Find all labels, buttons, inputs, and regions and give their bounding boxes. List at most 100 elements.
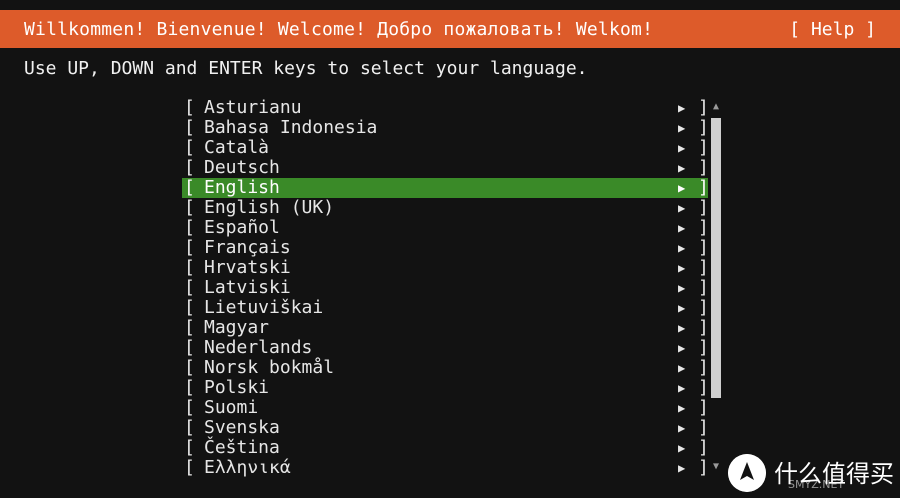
language-item[interactable]: [Latviski ▶]: [182, 277, 709, 298]
language-item[interactable]: [Suomi ▶]: [182, 397, 709, 418]
bracket-close: ]: [698, 157, 709, 178]
bracket-open: [: [184, 237, 195, 258]
play-triangle-icon: ▶: [678, 401, 686, 415]
bracket-close: ]: [698, 437, 709, 458]
language-item[interactable]: [Català ▶]: [182, 137, 709, 158]
bracket-close: ]: [698, 397, 709, 418]
language-item[interactable]: [ Norsk bokmål ▶]: [182, 357, 709, 378]
header-bar: Willkommen! Bienvenue! Welcome! Добро по…: [0, 10, 900, 48]
language-label: Deutsch: [204, 157, 280, 178]
language-item[interactable]: [ Asturianu ▶]: [182, 97, 709, 118]
language-label: Latviski: [204, 277, 291, 298]
bracket-close: ]: [698, 297, 709, 318]
language-label: English (UK): [204, 197, 335, 218]
bracket-open: [: [184, 317, 195, 338]
language-label: Nederlands: [204, 337, 313, 358]
bracket-close: ]: [698, 357, 709, 378]
language-label: Hrvatski: [204, 257, 291, 278]
language-item[interactable]: [ Français ▶]: [182, 237, 709, 258]
language-label: Asturianu: [204, 97, 302, 118]
language-label: Magyar: [204, 317, 270, 338]
bracket-close: ]: [698, 117, 709, 138]
play-triangle-icon: ▶: [678, 201, 686, 215]
language-item[interactable]: [ English ▶]: [182, 177, 709, 198]
bracket-open: [: [184, 377, 195, 398]
language-label: Svenska: [204, 417, 280, 438]
bracket-open: [: [184, 117, 195, 138]
instructions-text: Use UP, DOWN and ENTER keys to select yo…: [24, 58, 588, 79]
watermark-subtext: SMYZ.NET: [788, 478, 845, 491]
scrollbar[interactable]: ▲ ▼: [710, 100, 722, 476]
bracket-close: ]: [698, 237, 709, 258]
help-button[interactable]: [ Help ]: [789, 19, 876, 40]
language-item[interactable]: [ Čeština ▶]: [182, 437, 709, 458]
bracket-open: [: [184, 217, 195, 238]
bracket-open: [: [184, 357, 195, 378]
bracket-close: ]: [698, 197, 709, 218]
language-label: Bahasa Indonesia: [204, 117, 378, 138]
language-item[interactable]: [Lietuviškai ▶]: [182, 297, 709, 318]
smzdm-logo-icon: [728, 454, 766, 492]
language-label: Ελληνικά: [204, 457, 291, 478]
play-triangle-icon: ▶: [678, 221, 686, 235]
language-item[interactable]: [ Polski ▶]: [182, 377, 709, 398]
language-item[interactable]: [Magyar ▶]: [182, 317, 709, 338]
play-triangle-icon: ▶: [678, 101, 686, 115]
language-item[interactable]: [ Español ▶]: [182, 217, 709, 238]
language-label: Norsk bokmål: [204, 357, 335, 378]
play-triangle-icon: ▶: [678, 381, 686, 395]
play-triangle-icon: ▶: [678, 261, 686, 275]
language-item[interactable]: [ Deutsch ▶]: [182, 157, 709, 178]
bracket-open: [: [184, 157, 195, 178]
bracket-open: [: [184, 437, 195, 458]
language-label: Lietuviškai: [204, 297, 324, 318]
bracket-close: ]: [698, 457, 709, 478]
language-item[interactable]: [ Svenska ▶]: [182, 417, 709, 438]
language-label: Suomi: [204, 397, 259, 418]
play-triangle-icon: ▶: [678, 181, 686, 195]
bracket-open: [: [184, 97, 195, 118]
scroll-thumb[interactable]: [711, 118, 721, 398]
play-triangle-icon: ▶: [678, 361, 686, 375]
bracket-open: [: [184, 197, 195, 218]
bracket-close: ]: [698, 277, 709, 298]
scroll-down-icon[interactable]: ▼: [710, 460, 722, 474]
language-item[interactable]: [ Hrvatski ▶]: [182, 257, 709, 278]
bracket-open: [: [184, 457, 195, 478]
language-label: Français: [204, 237, 291, 258]
language-item[interactable]: [ Nederlands ▶]: [182, 337, 709, 358]
language-label: Polski: [204, 377, 270, 398]
bracket-close: ]: [698, 337, 709, 358]
bracket-close: ]: [698, 417, 709, 438]
play-triangle-icon: ▶: [678, 341, 686, 355]
language-item[interactable]: [ English (UK) ▶]: [182, 197, 709, 218]
play-triangle-icon: ▶: [678, 121, 686, 135]
bracket-open: [: [184, 337, 195, 358]
language-label: English: [204, 177, 280, 198]
bracket-open: [: [184, 137, 195, 158]
bracket-open: [: [184, 417, 195, 438]
play-triangle-icon: ▶: [678, 421, 686, 435]
play-triangle-icon: ▶: [678, 241, 686, 255]
bracket-close: ]: [698, 97, 709, 118]
bracket-close: ]: [698, 257, 709, 278]
language-label: Català: [204, 137, 270, 158]
welcome-title: Willkommen! Bienvenue! Welcome! Добро по…: [24, 18, 654, 40]
bracket-close: ]: [698, 177, 709, 198]
bracket-close: ]: [698, 217, 709, 238]
watermark: 什么值得买 SMYZ.NET: [728, 452, 896, 494]
language-list: [ Asturianu ▶] [ Bahasa Indonesia ▶] [ Català ▶]…: [182, 97, 709, 478]
play-triangle-icon: ▶: [678, 321, 686, 335]
bracket-open: [: [184, 257, 195, 278]
bracket-open: [: [184, 277, 195, 298]
bracket-close: ]: [698, 377, 709, 398]
play-triangle-icon: ▶: [678, 441, 686, 455]
language-item[interactable]: [ Bahasa Indonesia ▶]: [182, 117, 709, 138]
scroll-up-icon[interactable]: ▲: [710, 100, 722, 114]
language-item[interactable]: [Ελληνικά ▶]: [182, 457, 709, 478]
play-triangle-icon: ▶: [678, 301, 686, 315]
language-label: Čeština: [204, 437, 280, 458]
bracket-open: [: [184, 177, 195, 198]
language-label: Español: [204, 217, 280, 238]
play-triangle-icon: ▶: [678, 161, 686, 175]
